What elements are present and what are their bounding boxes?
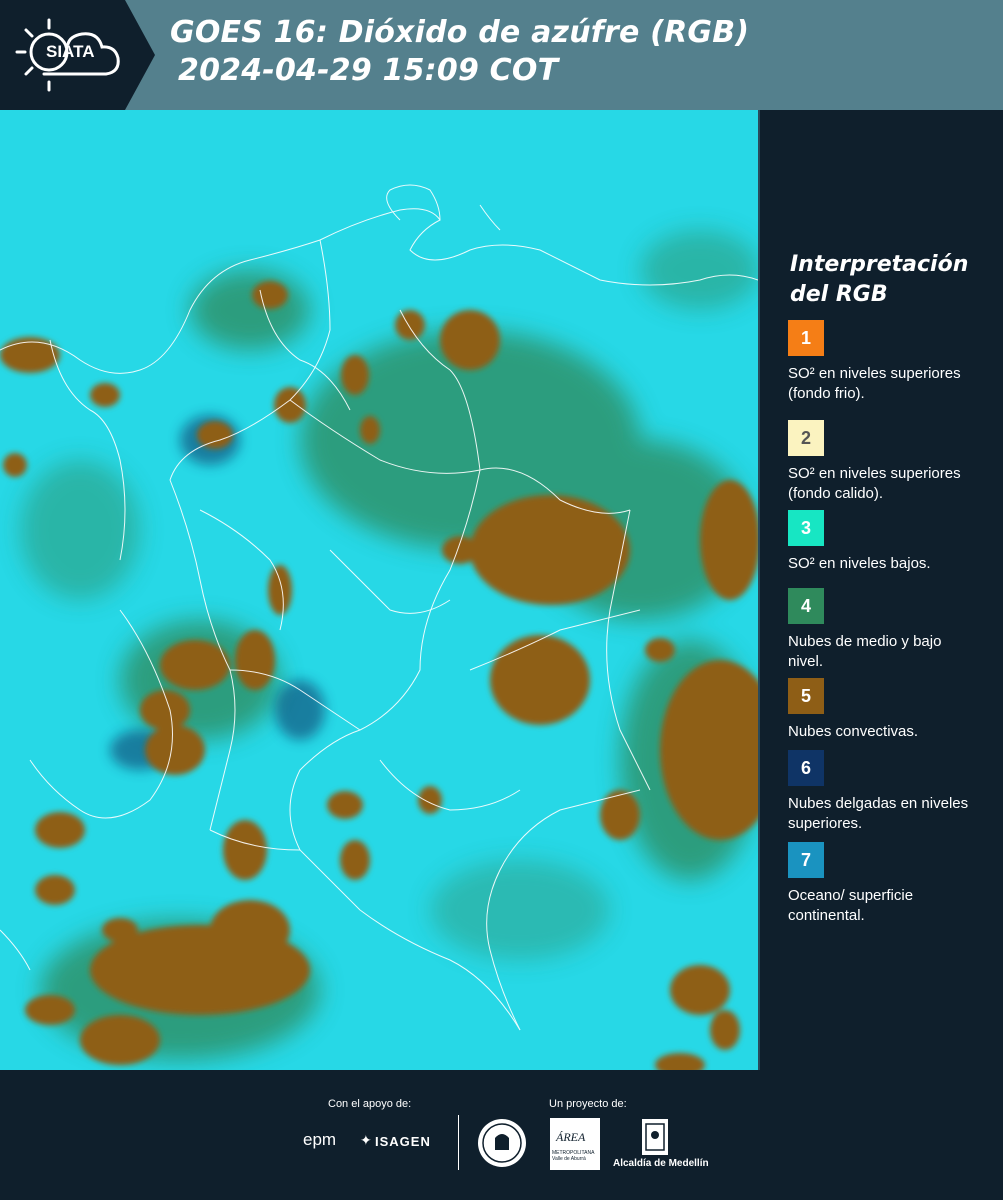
title-line-1: GOES 16: Dióxido de azúfre (RGB) (170, 15, 750, 50)
support-label: Con el apoyo de: (328, 1098, 412, 1110)
area-text: ÁREA (556, 1130, 586, 1144)
header-bar: SIATA GOES 16: Dióxido de azúfre (RGB) 2… (0, 0, 1003, 110)
legend-item-6: 6 Nubes delgadas en niveles superiores. (788, 750, 988, 834)
legend-swatch: 4 (788, 588, 824, 624)
legend-swatch: 2 (788, 420, 824, 456)
medellin-shield-icon (642, 1119, 668, 1155)
legend-item-2: 2 SO² en niveles superiores (fondo calido… (788, 420, 988, 504)
legend-panel: Interpretación del RGB 1 SO² en niveles s… (760, 110, 1003, 1070)
legend-label: Nubes de medio y bajo nivel. (788, 633, 942, 670)
footer-divider (458, 1115, 459, 1170)
legend-title: Interpretación del RGB (790, 252, 969, 307)
legend-item-4: 4 Nubes de medio y bajo nivel. (788, 588, 988, 672)
page-title: GOES 16: Dióxido de azúfre (RGB) 2024-04… (170, 14, 749, 90)
legend-label: Nubes convectivas. (788, 723, 919, 740)
epm-logo: epm (303, 1130, 337, 1149)
alcaldia-logo: Alcaldía de Medellín (613, 1158, 709, 1169)
legend-swatch: 3 (788, 510, 824, 546)
legend-label: SO² en niveles superiores (fondo frio). (788, 365, 961, 402)
legend-label: Nubes delgadas en niveles superiores. (788, 795, 969, 832)
legend-swatch: 1 (788, 320, 824, 356)
title-line-2: 2024-04-29 15:09 COT (178, 53, 559, 88)
legend-label: SO² en niveles superiores (fondo calido)… (788, 465, 961, 502)
isagen-logo: ISAGEN (375, 1134, 431, 1149)
legend-swatch: 5 (788, 678, 824, 714)
satellite-map (0, 110, 758, 1070)
legend-item-5: 5 Nubes convectivas. (788, 678, 988, 742)
legend-label: Oceano/ superficie continental. (788, 887, 914, 924)
logo-text: SIATA (46, 42, 95, 61)
legend-swatch: 6 (788, 750, 824, 786)
legend-label: SO² en niveles bajos. (788, 555, 931, 572)
isagen-icon: ✦ (360, 1132, 372, 1148)
siata-logo: SIATA (0, 0, 155, 110)
area-subtext: METROPOLITANA Valle de Aburrá (552, 1150, 595, 1162)
footer: Con el apoyo de: Un proyecto de: epm ✦ I… (0, 1070, 1003, 1200)
legend-item-1: 1 SO² en niveles superiores (fondo frio). (788, 320, 988, 404)
legend-item-7: 7 Oceano/ superficie continental. (788, 842, 988, 926)
project-label: Un proyecto de: (549, 1098, 627, 1110)
legend-item-3: 3 SO² en niveles bajos. (788, 510, 988, 574)
seal-icon (478, 1119, 526, 1167)
legend-swatch: 7 (788, 842, 824, 878)
area-metropolitana-logo: ÁREA METROPOLITANA Valle de Aburrá (550, 1118, 600, 1170)
rgb-imagery (0, 110, 758, 1070)
